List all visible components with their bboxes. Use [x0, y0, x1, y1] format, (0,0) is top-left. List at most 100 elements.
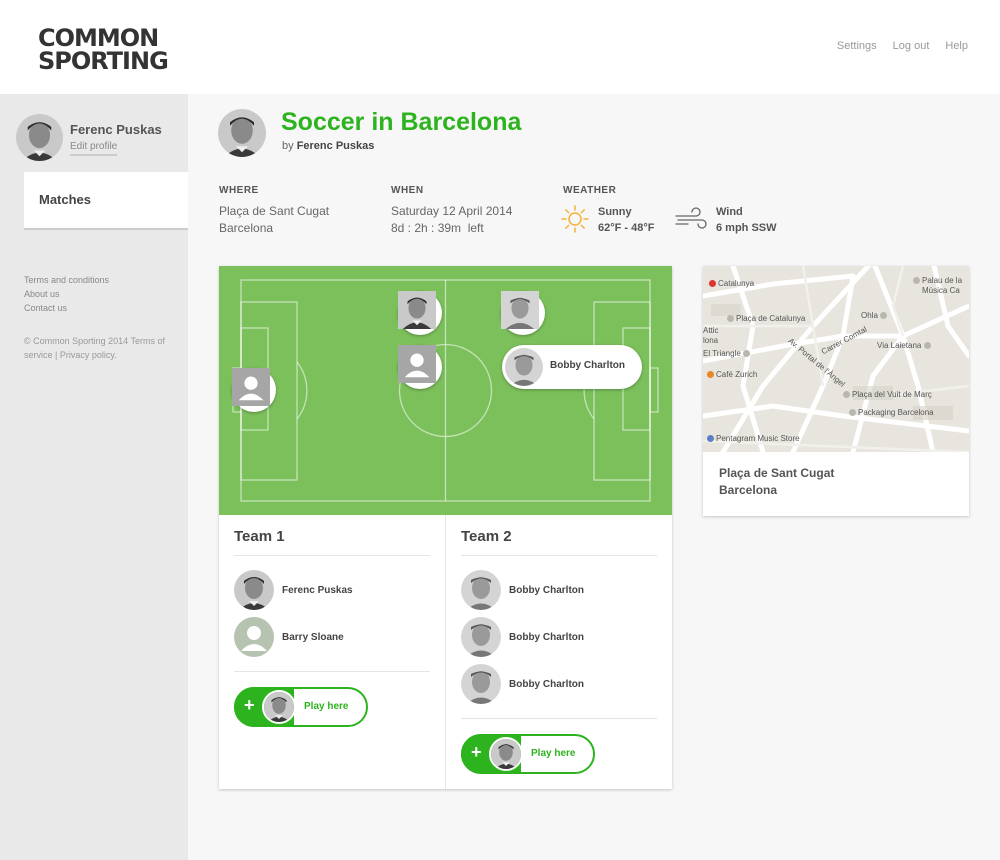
player-name: Bobby Charlton [509, 678, 584, 690]
pitch-player-pin[interactable] [501, 291, 545, 335]
location-card: Catalunya Plaça de Catalunya Palau de la… [703, 266, 969, 516]
organizer-avatar[interactable] [218, 109, 266, 157]
copyright-text: © Common Sporting 2014 Terms of service … [24, 336, 166, 360]
page-title: Soccer in Barcelona [281, 108, 522, 136]
contact-link[interactable]: Contact us [24, 301, 109, 315]
map-label: Café Zurich [707, 370, 757, 379]
map[interactable]: Catalunya Plaça de Catalunya Palau de la… [703, 266, 969, 452]
sidebar: Ferenc Puskas Edit profile Matches Terms… [0, 94, 188, 860]
wind-label: Wind [716, 206, 743, 218]
where-value: Plaça de Sant Cugat Barcelona [219, 203, 329, 237]
wind-value: 6 mph SSW [716, 222, 777, 234]
team-title: Team 2 [461, 528, 512, 545]
header: COMMON SPORTING Settings Log out Help [0, 0, 1000, 94]
where-label: WHERE [219, 185, 259, 196]
player-avatar [461, 617, 501, 657]
player-name: Barry Sloane [282, 631, 344, 643]
map-label: Catalunya [709, 279, 754, 288]
map-label: Attic lona [703, 326, 719, 345]
map-label: Palau de la Música Ca [913, 276, 962, 296]
plus-icon: + [244, 695, 255, 715]
where-line-1: Plaça de Sant Cugat [219, 204, 330, 218]
terms-link[interactable]: Terms and conditions [24, 273, 109, 287]
map-label: Pentagram Music Store [707, 434, 800, 443]
map-label: El Triangle [703, 349, 752, 358]
map-label: Packaging Barcelona [849, 408, 934, 417]
weather-condition: Sunny [598, 206, 632, 218]
address-line-2: Barcelona [719, 483, 778, 497]
when-value: Saturday 12 April 2014 8d : 2h : 39m lef… [391, 203, 512, 237]
by-prefix: by [282, 140, 294, 152]
pitch-lines [232, 279, 659, 502]
team-2-panel: Team 2 Bobby Charlton Bobby Charlton Bob… [445, 515, 671, 789]
play-here-label: Play here [304, 701, 349, 712]
player-avatar [234, 570, 274, 610]
player-name: Ferenc Puskas [282, 584, 353, 596]
map-label: Plaça de Catalunya [727, 314, 805, 323]
sidebar-item-label: Matches [39, 192, 92, 207]
soccer-pitch: Bobby Charlton [219, 266, 672, 515]
weather-wind: Wind 6 mph SSW [674, 204, 777, 236]
person-placeholder-icon [398, 345, 436, 383]
pitch-player-pin[interactable] [232, 368, 276, 412]
wind-icon [675, 207, 707, 229]
address-line-1: Plaça de Sant Cugat [719, 466, 835, 480]
edit-profile-link[interactable]: Edit profile [70, 141, 118, 156]
pitch-player-pin[interactable] [398, 291, 442, 335]
footer-links: Terms and conditions About us Contact us [24, 273, 109, 315]
weather-sunny: Sunny 62°F - 48°F [560, 204, 654, 236]
list-item[interactable]: Barry Sloane [234, 617, 344, 657]
player-avatar [262, 690, 296, 724]
metro-icon [709, 280, 716, 287]
play-here-button[interactable]: + Play here [461, 734, 595, 774]
match-card: Bobby Charlton Team 1 Ferenc Puskas Barr… [219, 266, 672, 789]
player-name: Bobby Charlton [509, 631, 584, 643]
map-label: Plaça del Vuit de Març [843, 390, 932, 399]
pitch-player-pin-highlighted[interactable]: Bobby Charlton [502, 345, 642, 389]
map-label: Ohla [861, 311, 889, 320]
when-line-1: Saturday 12 April 2014 [391, 204, 513, 218]
when-label: WHEN [391, 185, 424, 196]
divider [461, 555, 657, 556]
player-avatar [234, 617, 274, 657]
plus-icon: + [471, 742, 482, 762]
pin-player-name: Bobby Charlton [550, 360, 625, 371]
user-name: Ferenc Puskas [70, 122, 162, 137]
about-link[interactable]: About us [24, 287, 109, 301]
player-avatar [461, 570, 501, 610]
map-label: Via Laietana [877, 341, 933, 350]
team-title: Team 1 [234, 528, 285, 545]
logout-link[interactable]: Log out [893, 40, 930, 52]
list-item[interactable]: Bobby Charlton [461, 664, 584, 704]
divider [234, 555, 430, 556]
location-address: Plaça de Sant Cugat Barcelona [719, 465, 834, 499]
play-here-label: Play here [531, 748, 576, 759]
event-organizer: by Ferenc Puskas [282, 140, 374, 152]
team-1-panel: Team 1 Ferenc Puskas Barry Sloane + Play… [219, 515, 445, 789]
weather-temp: 62°F - 48°F [598, 222, 655, 234]
list-item[interactable]: Bobby Charlton [461, 617, 584, 657]
player-avatar [461, 664, 501, 704]
where-line-2: Barcelona [219, 221, 274, 235]
pitch-player-pin[interactable] [398, 345, 442, 389]
play-here-button[interactable]: + Play here [234, 687, 368, 727]
settings-link[interactable]: Settings [837, 40, 877, 52]
countdown: 8d : 2h : 39m left [391, 221, 484, 235]
person-placeholder-icon [232, 368, 270, 406]
sun-icon [561, 205, 589, 233]
brand-line-2: SPORTING [38, 47, 169, 75]
top-nav: Settings Log out Help [837, 40, 968, 52]
user-avatar[interactable] [16, 114, 63, 161]
divider [461, 718, 657, 719]
player-avatar [489, 737, 523, 771]
help-link[interactable]: Help [945, 40, 968, 52]
person-placeholder-icon [234, 617, 274, 657]
divider [234, 671, 430, 672]
player-name: Bobby Charlton [509, 584, 584, 596]
weather-label: WEATHER [563, 185, 617, 196]
brand-logo[interactable]: COMMON SPORTING [38, 26, 169, 75]
list-item[interactable]: Bobby Charlton [461, 570, 584, 610]
organizer-name[interactable]: Ferenc Puskas [297, 140, 375, 152]
list-item[interactable]: Ferenc Puskas [234, 570, 353, 610]
sidebar-item-matches[interactable]: Matches [24, 172, 188, 228]
